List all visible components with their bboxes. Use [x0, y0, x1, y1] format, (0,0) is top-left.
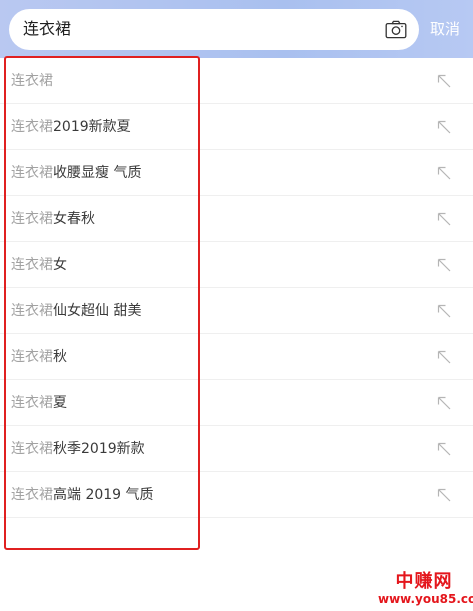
arrow-up-left-icon[interactable] [436, 119, 452, 135]
suggestion-item[interactable]: 连衣裙2019新款夏 [0, 104, 473, 150]
suggestion-item[interactable]: 连衣裙 [0, 58, 473, 104]
suggestion-rest: 高端 2019 气质 [53, 487, 154, 503]
suggestion-match: 连衣裙 [11, 257, 53, 273]
suggestion-item[interactable]: 连衣裙夏 [0, 380, 473, 426]
suggestion-text: 连衣裙秋 [11, 347, 67, 367]
suggestion-match: 连衣裙 [11, 395, 53, 411]
suggestion-item[interactable]: 连衣裙仙女超仙 甜美 [0, 288, 473, 334]
suggestion-text: 连衣裙女春秋 [11, 209, 95, 229]
suggestion-item[interactable]: 连衣裙秋 [0, 334, 473, 380]
suggestion-match: 连衣裙 [11, 119, 53, 135]
search-query-text: 连衣裙 [23, 19, 72, 38]
suggestion-match: 连衣裙 [11, 73, 53, 89]
arrow-up-left-icon[interactable] [436, 395, 452, 411]
suggestion-text: 连衣裙收腰显瘦 气质 [11, 163, 141, 183]
camera-icon[interactable] [385, 20, 407, 39]
cancel-button[interactable]: 取消 [430, 19, 460, 39]
suggestion-rest: 女春秋 [53, 211, 95, 227]
arrow-up-left-icon[interactable] [436, 303, 452, 319]
suggestion-text: 连衣裙女 [11, 255, 67, 275]
suggestion-item[interactable]: 连衣裙女春秋 [0, 196, 473, 242]
arrow-up-left-icon[interactable] [436, 165, 452, 181]
suggestion-match: 连衣裙 [11, 349, 53, 365]
arrow-up-left-icon[interactable] [436, 487, 452, 503]
search-header: 连衣裙 取消 [0, 0, 473, 58]
suggestion-item[interactable]: 连衣裙高端 2019 气质 [0, 472, 473, 518]
suggestion-text: 连衣裙高端 2019 气质 [11, 485, 154, 505]
suggestion-list: 连衣裙 连衣裙2019新款夏 连衣裙收腰显瘦 气质 连衣裙女春秋 连衣裙女 连衣… [0, 58, 473, 518]
suggestion-match: 连衣裙 [11, 487, 53, 503]
search-input[interactable]: 连衣裙 [9, 9, 419, 50]
suggestion-item[interactable]: 连衣裙收腰显瘦 气质 [0, 150, 473, 196]
suggestion-match: 连衣裙 [11, 303, 53, 319]
suggestion-rest: 仙女超仙 甜美 [53, 303, 142, 319]
arrow-up-left-icon[interactable] [436, 441, 452, 457]
suggestion-rest: 2019新款夏 [53, 119, 131, 135]
suggestion-item[interactable]: 连衣裙女 [0, 242, 473, 288]
suggestion-text: 连衣裙仙女超仙 甜美 [11, 301, 141, 321]
suggestion-match: 连衣裙 [11, 165, 53, 181]
watermark-url: www.you85.com [378, 592, 473, 606]
suggestion-rest: 秋季2019新款 [53, 441, 145, 457]
suggestion-rest: 女 [53, 257, 67, 273]
arrow-up-left-icon[interactable] [436, 211, 452, 227]
arrow-up-left-icon[interactable] [436, 73, 452, 89]
watermark-title: 中赚网 [395, 571, 453, 592]
suggestion-match: 连衣裙 [11, 211, 53, 227]
suggestion-text: 连衣裙 [11, 71, 53, 91]
suggestion-rest: 秋 [53, 349, 67, 365]
suggestion-text: 连衣裙秋季2019新款 [11, 439, 145, 459]
suggestion-item[interactable]: 连衣裙秋季2019新款 [0, 426, 473, 472]
suggestion-text: 连衣裙夏 [11, 393, 67, 413]
suggestion-rest: 收腰显瘦 气质 [53, 165, 142, 181]
suggestion-rest: 夏 [53, 395, 67, 411]
arrow-up-left-icon[interactable] [436, 257, 452, 273]
arrow-up-left-icon[interactable] [436, 349, 452, 365]
watermark: 中赚网 www.you85.com [378, 571, 473, 608]
suggestion-text: 连衣裙2019新款夏 [11, 117, 131, 137]
suggestion-match: 连衣裙 [11, 441, 53, 457]
